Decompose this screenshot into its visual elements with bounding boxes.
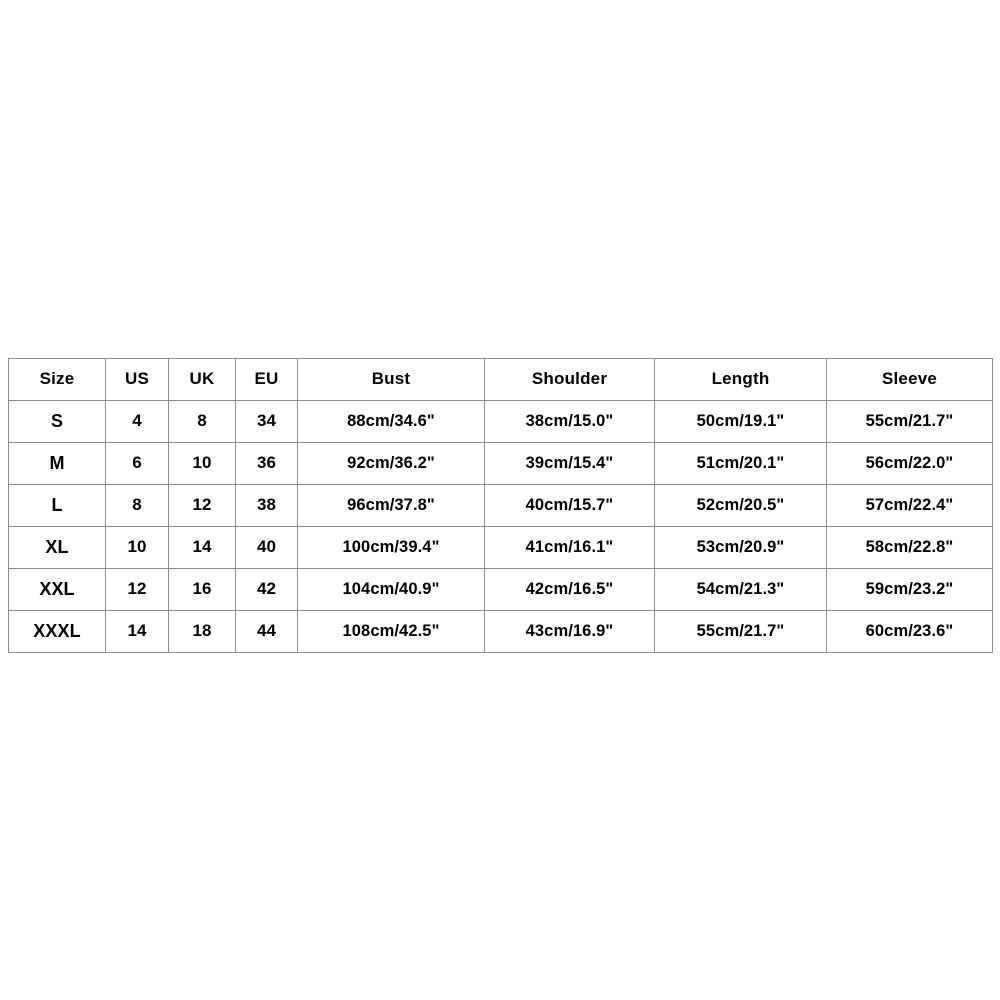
cell-uk: 8	[168, 400, 236, 443]
cell-size: L	[8, 484, 106, 527]
cell-sleeve: 55cm/21.7"	[826, 400, 993, 443]
cell-sleeve: 56cm/22.0"	[826, 442, 993, 485]
column-header-sleeve: Sleeve	[826, 358, 993, 401]
cell-length: 52cm/20.5"	[654, 484, 827, 527]
cell-shoulder: 39cm/15.4"	[484, 442, 655, 485]
cell-size: XXL	[8, 568, 106, 611]
cell-length: 53cm/20.9"	[654, 526, 827, 569]
cell-sleeve: 59cm/23.2"	[826, 568, 993, 611]
cell-us: 10	[105, 526, 169, 569]
cell-eu: 44	[235, 610, 298, 653]
cell-shoulder: 38cm/15.0"	[484, 400, 655, 443]
cell-uk: 18	[168, 610, 236, 653]
cell-size: XXXL	[8, 610, 106, 653]
cell-size: S	[8, 400, 106, 443]
column-header-uk: UK	[168, 358, 236, 401]
column-header-shoulder: Shoulder	[484, 358, 655, 401]
cell-length: 55cm/21.7"	[654, 610, 827, 653]
column-header-us: US	[105, 358, 169, 401]
cell-length: 50cm/19.1"	[654, 400, 827, 443]
cell-bust: 100cm/39.4"	[297, 526, 485, 569]
table-row: S 4 8 34 88cm/34.6" 38cm/15.0" 50cm/19.1…	[8, 400, 993, 443]
cell-shoulder: 41cm/16.1"	[484, 526, 655, 569]
cell-uk: 12	[168, 484, 236, 527]
column-header-bust: Bust	[297, 358, 485, 401]
cell-length: 51cm/20.1"	[654, 442, 827, 485]
cell-eu: 36	[235, 442, 298, 485]
cell-sleeve: 57cm/22.4"	[826, 484, 993, 527]
cell-uk: 16	[168, 568, 236, 611]
column-header-length: Length	[654, 358, 827, 401]
page-root: Size US UK EU Bust Shoulder Length Sleev…	[0, 0, 1000, 1000]
cell-shoulder: 40cm/15.7"	[484, 484, 655, 527]
table-row: L 8 12 38 96cm/37.8" 40cm/15.7" 52cm/20.…	[8, 484, 993, 527]
cell-eu: 40	[235, 526, 298, 569]
cell-eu: 38	[235, 484, 298, 527]
size-chart-container: Size US UK EU Bust Shoulder Length Sleev…	[8, 358, 993, 653]
cell-bust: 104cm/40.9"	[297, 568, 485, 611]
cell-eu: 34	[235, 400, 298, 443]
cell-us: 4	[105, 400, 169, 443]
cell-size: XL	[8, 526, 106, 569]
table-header: Size US UK EU Bust Shoulder Length Sleev…	[8, 358, 993, 401]
cell-length: 54cm/21.3"	[654, 568, 827, 611]
cell-sleeve: 58cm/22.8"	[826, 526, 993, 569]
cell-us: 8	[105, 484, 169, 527]
table-row: XXXL 14 18 44 108cm/42.5" 43cm/16.9" 55c…	[8, 610, 993, 653]
table-row: M 6 10 36 92cm/36.2" 39cm/15.4" 51cm/20.…	[8, 442, 993, 485]
cell-bust: 92cm/36.2"	[297, 442, 485, 485]
cell-us: 6	[105, 442, 169, 485]
cell-shoulder: 43cm/16.9"	[484, 610, 655, 653]
cell-uk: 14	[168, 526, 236, 569]
table-body: S 4 8 34 88cm/34.6" 38cm/15.0" 50cm/19.1…	[8, 400, 993, 653]
cell-eu: 42	[235, 568, 298, 611]
cell-uk: 10	[168, 442, 236, 485]
header-row: Size US UK EU Bust Shoulder Length Sleev…	[8, 358, 993, 401]
cell-us: 12	[105, 568, 169, 611]
column-header-eu: EU	[235, 358, 298, 401]
cell-us: 14	[105, 610, 169, 653]
cell-bust: 88cm/34.6"	[297, 400, 485, 443]
cell-bust: 108cm/42.5"	[297, 610, 485, 653]
size-chart-table: Size US UK EU Bust Shoulder Length Sleev…	[8, 358, 993, 653]
cell-shoulder: 42cm/16.5"	[484, 568, 655, 611]
table-row: XL 10 14 40 100cm/39.4" 41cm/16.1" 53cm/…	[8, 526, 993, 569]
cell-sleeve: 60cm/23.6"	[826, 610, 993, 653]
table-row: XXL 12 16 42 104cm/40.9" 42cm/16.5" 54cm…	[8, 568, 993, 611]
cell-bust: 96cm/37.8"	[297, 484, 485, 527]
cell-size: M	[8, 442, 106, 485]
column-header-size: Size	[8, 358, 106, 401]
